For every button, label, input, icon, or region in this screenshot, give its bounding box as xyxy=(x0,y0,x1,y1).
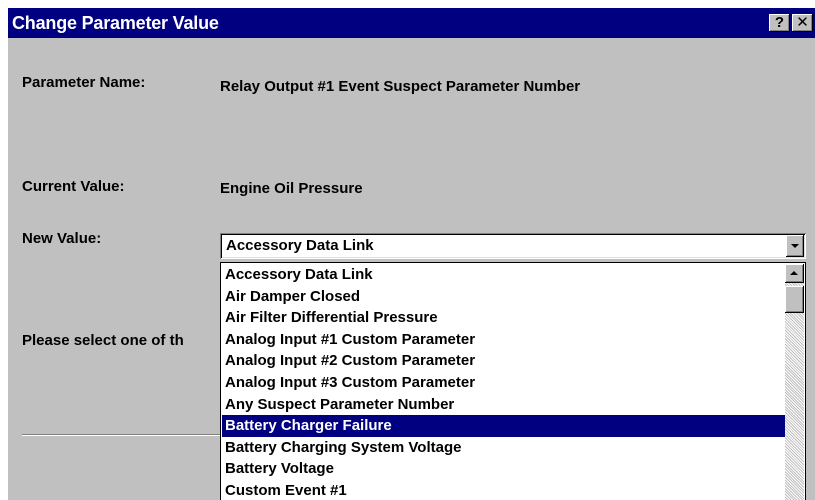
list-item[interactable]: Air Damper Closed xyxy=(222,286,788,308)
dropdown-toggle-button[interactable] xyxy=(786,235,804,257)
new-value-combobox[interactable]: Accessory Data Link xyxy=(220,233,806,259)
parameter-name-label: Parameter Name: xyxy=(22,74,146,91)
separator xyxy=(22,434,222,436)
dropdown-items: Accessory Data Link Air Damper Closed Ai… xyxy=(222,264,788,500)
chevron-up-icon xyxy=(790,271,798,275)
list-item[interactable]: Battery Voltage xyxy=(222,458,788,480)
current-value-value: Engine Oil Pressure xyxy=(220,180,363,197)
help-button[interactable]: ? xyxy=(769,14,790,32)
dropdown-list[interactable]: Accessory Data Link Air Damper Closed Ai… xyxy=(220,262,806,500)
vertical-scrollbar[interactable] xyxy=(785,264,804,500)
close-icon: ✕ xyxy=(796,14,809,31)
close-button[interactable]: ✕ xyxy=(792,14,813,32)
change-parameter-dialog: Change Parameter Value ? ✕ Parameter Nam… xyxy=(8,8,815,500)
title-bar[interactable]: Change Parameter Value ? ✕ xyxy=(8,8,815,38)
list-item[interactable]: Accessory Data Link xyxy=(222,264,788,286)
list-item[interactable]: Analog Input #3 Custom Parameter xyxy=(222,372,788,394)
list-item[interactable]: Battery Charging System Voltage xyxy=(222,437,788,459)
list-item-selected[interactable]: Battery Charger Failure xyxy=(222,415,788,437)
chevron-down-icon xyxy=(791,244,799,248)
parameter-name-value: Relay Output #1 Event Suspect Parameter … xyxy=(220,78,581,95)
scrollbar-thumb[interactable] xyxy=(785,286,804,313)
combobox-selected-text: Accessory Data Link xyxy=(226,237,374,254)
list-item[interactable]: Any Suspect Parameter Number xyxy=(222,394,788,416)
list-item[interactable]: Air Filter Differential Pressure xyxy=(222,307,788,329)
list-item[interactable]: Analog Input #1 Custom Parameter xyxy=(222,329,788,351)
new-value-label: New Value: xyxy=(22,230,102,247)
instruction-text: Please select one of th xyxy=(22,332,184,349)
list-item[interactable]: Custom Event #1 xyxy=(222,480,788,500)
dialog-title: Change Parameter Value xyxy=(12,13,219,33)
list-item[interactable]: Analog Input #2 Custom Parameter xyxy=(222,350,788,372)
current-value-label: Current Value: xyxy=(22,178,125,195)
scroll-up-button[interactable] xyxy=(785,264,804,283)
